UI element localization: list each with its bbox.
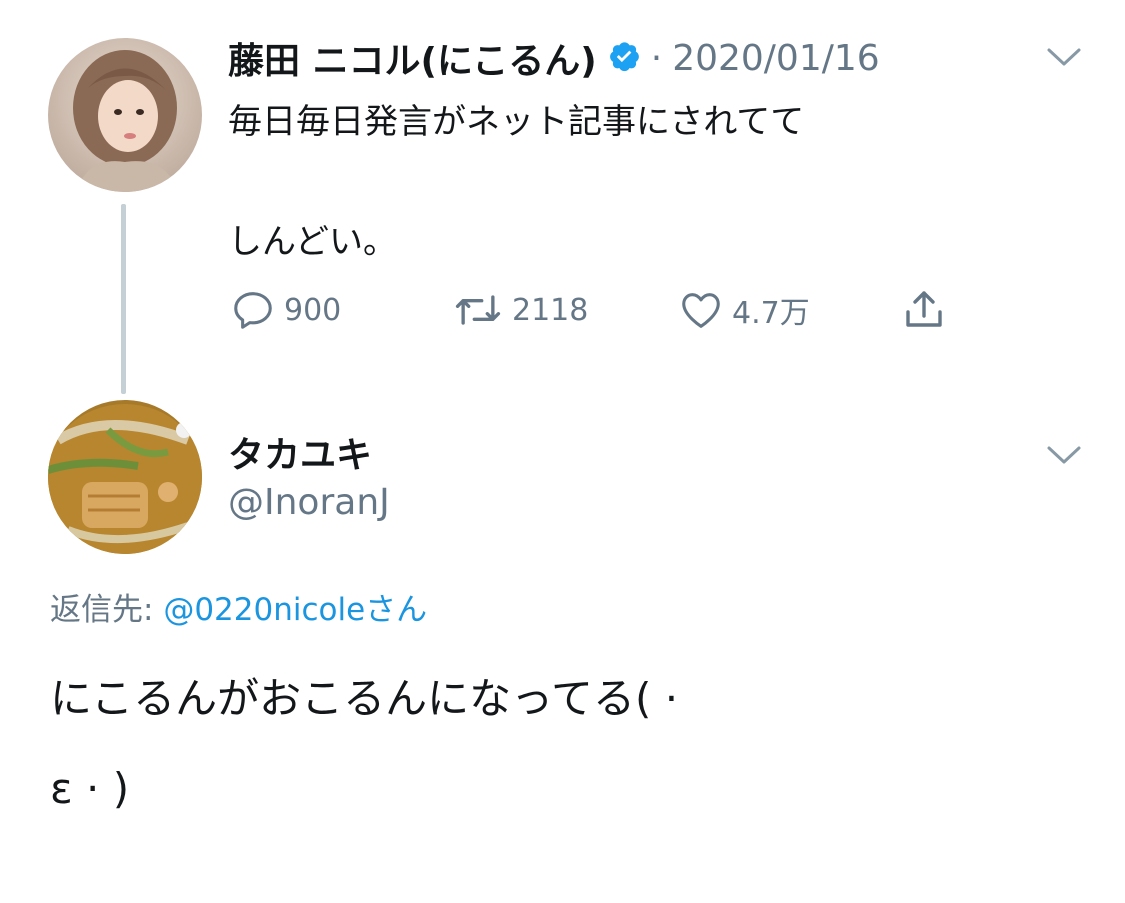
tweet-text-line-2: しんどい。 [228, 222, 397, 262]
reply-action[interactable]: 900 [230, 287, 341, 333]
thread-connector-line [121, 204, 126, 394]
verified-badge-icon [607, 39, 641, 77]
reply-count: 900 [284, 292, 342, 328]
reply-author-handle[interactable]: @InoranJ [228, 482, 390, 523]
chevron-down-icon[interactable] [1046, 444, 1082, 466]
reply-author-avatar[interactable] [48, 400, 202, 554]
like-count: 4.7万 [732, 296, 810, 331]
reply-icon [230, 287, 276, 333]
reply-text-line-2: ε · ) [50, 764, 130, 813]
share-icon [900, 286, 948, 334]
tweet-date[interactable]: 2020/01/16 [672, 38, 880, 79]
tweet-text-line-1: 毎日毎日発言がネット記事にされてて [228, 102, 805, 142]
meta-separator: · [650, 37, 663, 79]
original-tweet-header: 藤田 ニコル(にこるん) · 2020/01/16 [228, 32, 880, 84]
like-icon [678, 287, 724, 333]
retweet-icon [452, 287, 504, 333]
chevron-down-icon[interactable] [1046, 46, 1082, 68]
like-action[interactable]: 4.7万 [678, 287, 810, 333]
reply-text-line-1: にこるんがおこるんになってる( · [50, 674, 679, 723]
share-action[interactable] [900, 286, 948, 334]
replying-to-label: 返信先: [50, 592, 164, 628]
replying-to-mention[interactable]: @0220nicoleさん [163, 592, 427, 628]
retweet-action[interactable]: 2118 [452, 287, 588, 333]
retweet-count: 2118 [512, 292, 589, 328]
author-name[interactable]: 藤田 ニコル(にこるん) [228, 32, 597, 84]
replying-to: 返信先: @0220nicoleさん [50, 584, 427, 629]
author-avatar[interactable] [48, 38, 202, 192]
reply-author-name[interactable]: タカユキ [228, 426, 372, 478]
